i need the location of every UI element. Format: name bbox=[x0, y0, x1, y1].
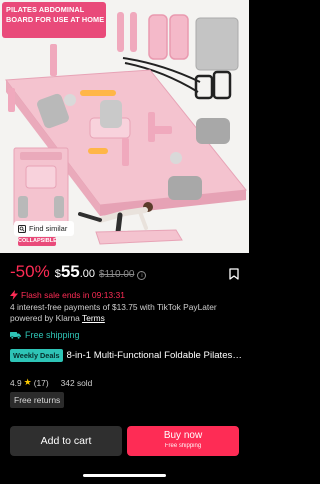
buy-now-sublabel: Free shipping bbox=[164, 443, 202, 449]
find-similar-button[interactable]: Find similar bbox=[14, 221, 74, 236]
home-indicator bbox=[83, 474, 166, 477]
promo-banner: PILATES ABDOMINAL BOARD FOR USE AT HOME bbox=[2, 2, 106, 38]
add-to-cart-button[interactable]: Add to cart bbox=[10, 426, 122, 456]
collapsible-tag: COLLAPSIBLE bbox=[18, 237, 57, 246]
promo-banner-line2: BOARD FOR USE AT HOME bbox=[6, 14, 105, 24]
weekly-deals-badge: Weekly Deals bbox=[10, 349, 63, 362]
buy-now-label: Buy now bbox=[163, 430, 203, 441]
flash-sale-timer: Flash sale ends in 09:13:31 bbox=[10, 290, 125, 300]
product-title: 8-in-1 Multi-Functional Foldable Pilates… bbox=[66, 350, 242, 361]
paylater-info: 4 interest-free payments of $13.75 with … bbox=[10, 302, 244, 324]
rating-row[interactable]: 4.9 ★ (17) 342 sold bbox=[10, 377, 92, 388]
sale-price: 55 bbox=[60, 262, 80, 281]
sold-count: 342 sold bbox=[60, 377, 93, 388]
flash-icon bbox=[10, 290, 18, 300]
free-shipping-row[interactable]: Free shipping bbox=[10, 330, 80, 340]
free-returns-chip[interactable]: Free returns bbox=[10, 392, 65, 408]
discount-percent: -50% bbox=[10, 262, 50, 281]
sale-price-cents: .00 bbox=[79, 268, 96, 280]
rating-value: 4.9 bbox=[10, 377, 22, 388]
handle-accessory bbox=[117, 12, 124, 52]
star-icon: ★ bbox=[23, 377, 32, 387]
paylater-text: 4 interest-free payments of $13.75 with … bbox=[10, 302, 217, 323]
review-count: (17) bbox=[33, 377, 49, 388]
free-shipping-label: Free shipping bbox=[25, 330, 80, 340]
image-search-icon bbox=[18, 224, 26, 233]
info-icon[interactable]: i bbox=[137, 271, 147, 280]
product-image[interactable]: PILATES ABDOMINAL BOARD FOR USE AT HOME … bbox=[0, 0, 249, 253]
truck-icon bbox=[10, 332, 21, 339]
buy-now-button[interactable]: Buy now Free shipping bbox=[127, 426, 239, 456]
flash-sale-text: Flash sale ends in 09:13:31 bbox=[21, 290, 125, 300]
original-price: $110.00 bbox=[99, 269, 135, 280]
terms-link[interactable]: Terms bbox=[82, 313, 105, 323]
promo-banner-line1: PILATES ABDOMINAL bbox=[6, 5, 85, 14]
product-title-row[interactable]: Weekly Deals 8-in-1 Multi-Functional Fol… bbox=[10, 349, 242, 362]
find-similar-label: Find similar bbox=[29, 224, 68, 233]
price-row: -50% $ 55 .00 $110.00 i bbox=[10, 262, 240, 286]
bookmark-icon[interactable] bbox=[229, 268, 239, 280]
